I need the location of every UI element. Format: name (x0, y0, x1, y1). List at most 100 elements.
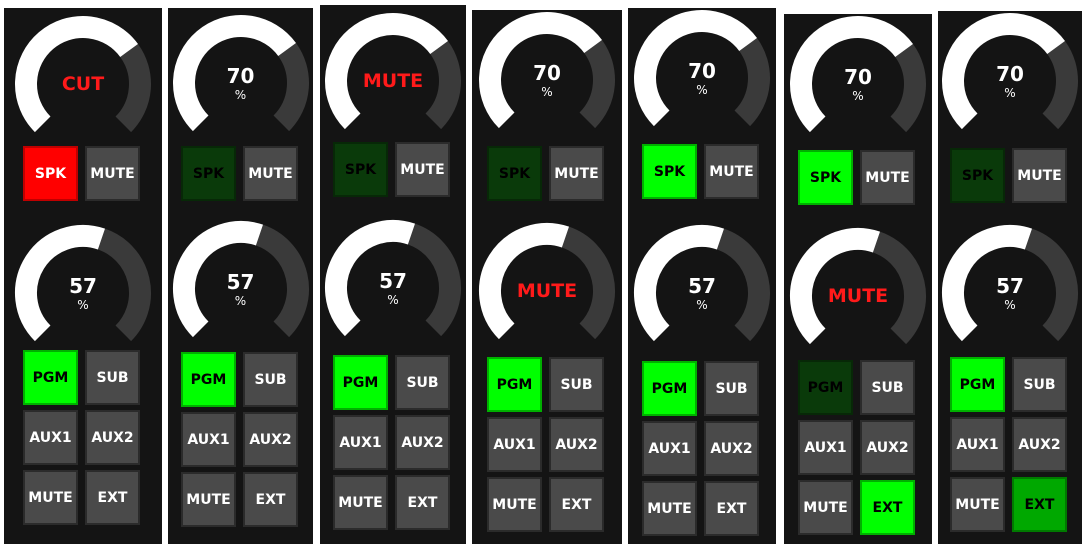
strip-5-bottom-gauge[interactable]: 57% (632, 223, 772, 363)
strip-6-top-gauge-track (890, 44, 926, 133)
strip-2-bottom-aux1-button[interactable]: AUX1 (181, 412, 236, 467)
strip-3-top-gauge-fill (325, 13, 448, 130)
strip-5-top-gauge[interactable]: 70% (632, 8, 772, 148)
strip-6-bottom-sub-button[interactable]: SUB (860, 360, 915, 415)
strip-5-top-spk-button[interactable]: SPK (642, 144, 697, 199)
channel-strip-7: 70% SPK MUTE 57% PGM SUB AUX1 AUX2 MUTE EXT (938, 11, 1082, 544)
strip-4-top-spk-button[interactable]: SPK (487, 146, 542, 201)
strip-6-bottom-aux2-button[interactable]: AUX2 (860, 420, 915, 475)
strip-3-bottom-gauge-track (407, 223, 461, 337)
strip-2-bottom-gauge-fill (172, 221, 263, 338)
strip-7-bottom-mute-button[interactable]: MUTE (950, 477, 1005, 532)
strip-7-top-spk-button[interactable]: SPK (950, 148, 1005, 203)
strip-6-top-gauge[interactable]: 70% (788, 14, 928, 154)
strip-2-bottom-aux2-button[interactable]: AUX2 (243, 412, 298, 467)
strip-1-top-gauge-fill (15, 16, 138, 133)
strip-2-top-gauge-fill (172, 15, 296, 132)
strip-7-top-mute-button[interactable]: MUTE (1012, 148, 1067, 203)
strip-4-top-gauge[interactable]: 70% (477, 10, 617, 150)
strip-5-bottom-sub-button[interactable]: SUB (704, 361, 759, 416)
strip-3-top-gauge-track (425, 41, 461, 130)
strip-5-bottom-aux2-button[interactable]: AUX2 (704, 421, 759, 476)
strip-4-top-mute-button[interactable]: MUTE (549, 146, 604, 201)
strip-4-bottom-aux1-button[interactable]: AUX1 (487, 417, 542, 472)
strip-1-bottom-gauge-track (97, 228, 151, 342)
strip-4-bottom-pgm-button[interactable]: PGM (487, 357, 542, 412)
channel-strip-2: 70% SPK MUTE 57% PGM SUB AUX1 AUX2 MUTE EXT (168, 8, 313, 544)
strip-7-top-gauge[interactable]: 70% (940, 11, 1080, 151)
strip-1-bottom-aux2-button[interactable]: AUX2 (85, 410, 140, 465)
strip-6-bottom-gauge-fill (790, 228, 881, 345)
strip-7-bottom-ext-button[interactable]: EXT (1012, 477, 1067, 532)
strip-7-bottom-sub-button[interactable]: SUB (1012, 357, 1067, 412)
strip-3-bottom-mute-button[interactable]: MUTE (333, 475, 388, 530)
strip-3-bottom-pgm-button[interactable]: PGM (333, 355, 388, 410)
strip-3-bottom-gauge[interactable]: 57% (323, 218, 463, 358)
strip-7-top-gauge-track (1042, 41, 1078, 130)
strip-7-bottom-aux1-button[interactable]: AUX1 (950, 417, 1005, 472)
strip-5-bottom-aux1-button[interactable]: AUX1 (642, 421, 697, 476)
strip-4-bottom-sub-button[interactable]: SUB (549, 357, 604, 412)
strip-4-bottom-gauge[interactable]: MUTE (477, 221, 617, 361)
strip-6-bottom-mute-button[interactable]: MUTE (798, 480, 853, 535)
strip-2-bottom-pgm-button[interactable]: PGM (181, 352, 236, 407)
strip-5-top-gauge-fill (634, 10, 757, 127)
strip-3-bottom-gauge-dial (325, 220, 461, 337)
strip-5-bottom-ext-button[interactable]: EXT (704, 481, 759, 536)
strip-4-bottom-aux2-button[interactable]: AUX2 (549, 417, 604, 472)
strip-6-top-gauge-dial (790, 16, 926, 133)
strip-4-bottom-mute-button[interactable]: MUTE (487, 477, 542, 532)
strip-1-bottom-pgm-button[interactable]: PGM (23, 350, 78, 405)
strip-5-top-mute-button[interactable]: MUTE (704, 144, 759, 199)
strip-1-bottom-mute-button[interactable]: MUTE (23, 470, 78, 525)
strip-6-bottom-gauge[interactable]: MUTE (788, 226, 928, 366)
strip-4-bottom-ext-button[interactable]: EXT (549, 477, 604, 532)
strip-5-bottom-gauge-dial (634, 225, 770, 342)
strip-7-bottom-gauge-dial (942, 225, 1078, 342)
strip-7-bottom-aux2-button[interactable]: AUX2 (1012, 417, 1067, 472)
strip-3-bottom-aux2-button[interactable]: AUX2 (395, 415, 450, 470)
strip-2-bottom-ext-button[interactable]: EXT (243, 472, 298, 527)
channel-strip-6: 70% SPK MUTE MUTE PGM SUB AUX1 AUX2 MUTE EXT (784, 14, 932, 544)
strip-1-top-mute-button[interactable]: MUTE (85, 146, 140, 201)
strip-1-bottom-sub-button[interactable]: SUB (85, 350, 140, 405)
strip-3-bottom-sub-button[interactable]: SUB (395, 355, 450, 410)
strip-7-bottom-pgm-button[interactable]: PGM (950, 357, 1005, 412)
channel-strip-4: 70% SPK MUTE MUTE PGM SUB AUX1 AUX2 MUTE EXT (472, 10, 622, 544)
strip-3-top-spk-button[interactable]: SPK (333, 142, 388, 197)
strip-3-top-mute-button[interactable]: MUTE (395, 142, 450, 197)
strip-3-bottom-gauge-fill (325, 220, 416, 337)
strip-5-bottom-pgm-button[interactable]: PGM (642, 361, 697, 416)
strip-6-bottom-ext-button[interactable]: EXT (860, 480, 915, 535)
strip-3-bottom-ext-button[interactable]: EXT (395, 475, 450, 530)
strip-6-bottom-aux1-button[interactable]: AUX1 (798, 420, 853, 475)
strip-1-bottom-aux1-button[interactable]: AUX1 (23, 410, 78, 465)
strip-6-bottom-pgm-button[interactable]: PGM (798, 360, 853, 415)
strip-1-top-gauge[interactable]: CUT (13, 14, 153, 154)
strip-2-top-gauge[interactable]: 70% (171, 13, 311, 153)
strip-3-top-gauge[interactable]: MUTE (323, 11, 463, 151)
strip-1-bottom-gauge[interactable]: 57% (13, 223, 153, 363)
strip-2-top-spk-button[interactable]: SPK (181, 146, 236, 201)
strip-5-bottom-gauge-fill (634, 225, 725, 342)
strip-3-bottom-aux1-button[interactable]: AUX1 (333, 415, 388, 470)
strip-1-bottom-gauge-fill (15, 225, 106, 342)
strip-5-top-gauge-track (734, 38, 770, 127)
strip-6-top-mute-button[interactable]: MUTE (860, 150, 915, 205)
strip-2-bottom-sub-button[interactable]: SUB (243, 352, 298, 407)
strip-7-bottom-gauge[interactable]: 57% (940, 223, 1080, 363)
strip-4-top-gauge-dial (479, 12, 615, 129)
strip-1-top-spk-button[interactable]: SPK (23, 146, 78, 201)
strip-2-bottom-gauge-dial (172, 221, 309, 338)
strip-5-bottom-gauge-track (716, 228, 770, 342)
strip-1-bottom-ext-button[interactable]: EXT (85, 470, 140, 525)
strip-5-bottom-mute-button[interactable]: MUTE (642, 481, 697, 536)
strip-1-bottom-gauge-dial (15, 225, 151, 342)
strip-4-bottom-gauge-fill (479, 223, 570, 340)
strip-4-bottom-gauge-track (561, 226, 615, 340)
strip-2-top-mute-button[interactable]: MUTE (243, 146, 298, 201)
strip-6-top-spk-button[interactable]: SPK (798, 150, 853, 205)
strip-2-bottom-mute-button[interactable]: MUTE (181, 472, 236, 527)
strip-2-bottom-gauge[interactable]: 57% (171, 219, 311, 359)
strip-3-top-gauge-dial (325, 13, 461, 130)
